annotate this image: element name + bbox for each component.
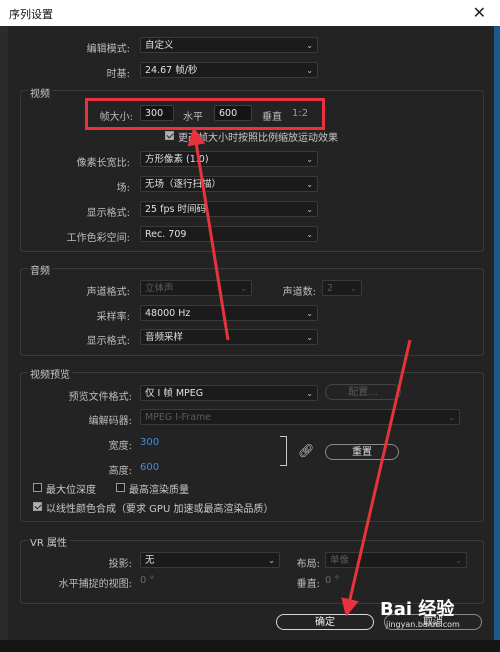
annotation-arrow-up <box>187 127 230 341</box>
annotation-arrow-down <box>341 339 412 617</box>
baidu-watermark: Bai 经验 <box>380 599 455 620</box>
baidu-watermark-url: jingyan.baidu.com <box>386 620 460 629</box>
annotation-arrows <box>187 127 412 617</box>
